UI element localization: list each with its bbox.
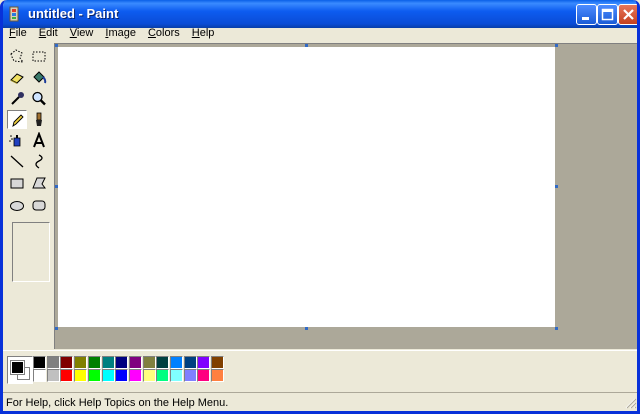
pick-color-tool[interactable] <box>7 89 27 108</box>
airbrush-tool[interactable] <box>7 131 27 150</box>
color-swatch[interactable] <box>156 356 170 369</box>
pencil-tool[interactable] <box>7 110 27 129</box>
color-swatch[interactable] <box>101 369 115 382</box>
color-swatch[interactable] <box>46 356 60 369</box>
text-icon <box>33 132 45 148</box>
foreground-color <box>10 360 25 375</box>
canvas-resize-handle <box>555 44 558 47</box>
magnifier-tool[interactable] <box>29 89 49 108</box>
color-swatch[interactable] <box>87 356 101 369</box>
current-colors[interactable] <box>7 356 33 384</box>
color-swatch[interactable] <box>115 356 129 369</box>
paint-app-icon <box>9 6 19 22</box>
maximize-icon <box>601 8 614 21</box>
color-swatch[interactable] <box>74 356 88 369</box>
free-form-select-icon <box>10 49 25 63</box>
color-swatch[interactable] <box>183 369 197 382</box>
resize-grip-icon[interactable] <box>623 395 637 411</box>
drawing-canvas[interactable] <box>58 47 555 327</box>
color-swatch[interactable] <box>211 369 225 382</box>
menu-help[interactable]: Help <box>186 25 221 42</box>
canvas-resize-handle <box>55 327 58 330</box>
workspace <box>54 43 637 349</box>
paint-window: untitled - Paint File Edit View Image Co… <box>0 0 640 414</box>
color-swatch[interactable] <box>60 356 74 369</box>
polygon-icon <box>32 177 46 189</box>
status-bar: For Help, click Help Topics on the Help … <box>3 392 637 411</box>
toolbox <box>5 45 53 347</box>
menu-colors[interactable]: Colors <box>142 25 186 42</box>
pencil-icon <box>12 114 24 128</box>
free-form-select-tool[interactable] <box>7 47 27 66</box>
minimize-button[interactable] <box>576 4 597 25</box>
color-swatch[interactable] <box>33 356 46 369</box>
rounded-rectangle-icon <box>32 200 46 211</box>
close-button[interactable] <box>618 4 637 25</box>
color-swatch[interactable] <box>183 356 197 369</box>
ellipse-tool[interactable] <box>7 196 27 215</box>
rounded-rectangle-tool[interactable] <box>29 196 49 215</box>
maximize-button[interactable] <box>597 4 618 25</box>
title-bar[interactable]: untitled - Paint <box>3 0 637 28</box>
color-swatch[interactable] <box>74 369 88 382</box>
text-tool[interactable] <box>29 131 49 150</box>
airbrush-icon <box>9 135 21 147</box>
rectangle-icon <box>10 178 24 189</box>
color-swatch[interactable] <box>156 369 170 382</box>
canvas-resize-handle <box>55 44 58 47</box>
color-swatch[interactable] <box>211 356 225 369</box>
tool-options-box[interactable] <box>12 222 50 282</box>
color-swatch[interactable] <box>46 369 60 382</box>
color-swatch[interactable] <box>197 369 211 382</box>
rectangle-select-tool[interactable] <box>29 47 49 66</box>
brush-tool[interactable] <box>29 110 49 129</box>
line-tool[interactable] <box>7 152 27 171</box>
fill-bucket-icon <box>33 71 47 84</box>
canvas-resize-handle-corner[interactable] <box>555 327 558 330</box>
color-swatch[interactable] <box>170 369 183 382</box>
eraser-tool[interactable] <box>7 68 27 87</box>
polygon-tool[interactable] <box>29 174 49 193</box>
curve-tool[interactable] <box>29 152 49 171</box>
rectangle-tool[interactable] <box>7 174 27 193</box>
minimize-icon <box>582 17 589 20</box>
color-swatch[interactable] <box>101 356 115 369</box>
color-swatch[interactable] <box>60 369 74 382</box>
color-swatch[interactable] <box>128 356 142 369</box>
color-swatch[interactable] <box>170 356 183 369</box>
color-swatch[interactable] <box>197 356 211 369</box>
brush-icon <box>36 112 42 126</box>
color-swatch[interactable] <box>115 369 129 382</box>
menu-file[interactable]: File <box>3 25 33 42</box>
menu-bar: File Edit View Image Colors Help <box>3 25 637 42</box>
canvas-resize-handle <box>55 185 58 188</box>
canvas-resize-handle-right[interactable] <box>555 185 558 188</box>
color-swatch[interactable] <box>128 369 142 382</box>
pick-color-icon <box>11 92 24 105</box>
curve-icon <box>35 154 43 169</box>
menu-image[interactable]: Image <box>99 25 142 42</box>
menu-edit[interactable]: Edit <box>33 25 64 42</box>
color-swatch[interactable] <box>87 369 101 382</box>
canvas-resize-handle <box>305 44 308 47</box>
eraser-icon <box>10 73 24 84</box>
canvas-resize-handle-bottom[interactable] <box>305 327 308 330</box>
fill-bucket-tool[interactable] <box>29 68 49 87</box>
color-swatch[interactable] <box>33 369 46 382</box>
magnifier-icon <box>32 91 46 106</box>
color-swatch[interactable] <box>142 369 156 382</box>
color-swatch[interactable] <box>142 356 156 369</box>
ellipse-icon <box>10 201 24 211</box>
menu-view[interactable]: View <box>64 25 100 42</box>
line-icon <box>10 155 24 168</box>
close-icon <box>623 9 634 20</box>
rectangle-select-icon <box>32 51 46 62</box>
status-text: For Help, click Help Topics on the Help … <box>6 397 229 409</box>
window-title: untitled - Paint <box>28 6 119 21</box>
color-box <box>3 350 637 391</box>
